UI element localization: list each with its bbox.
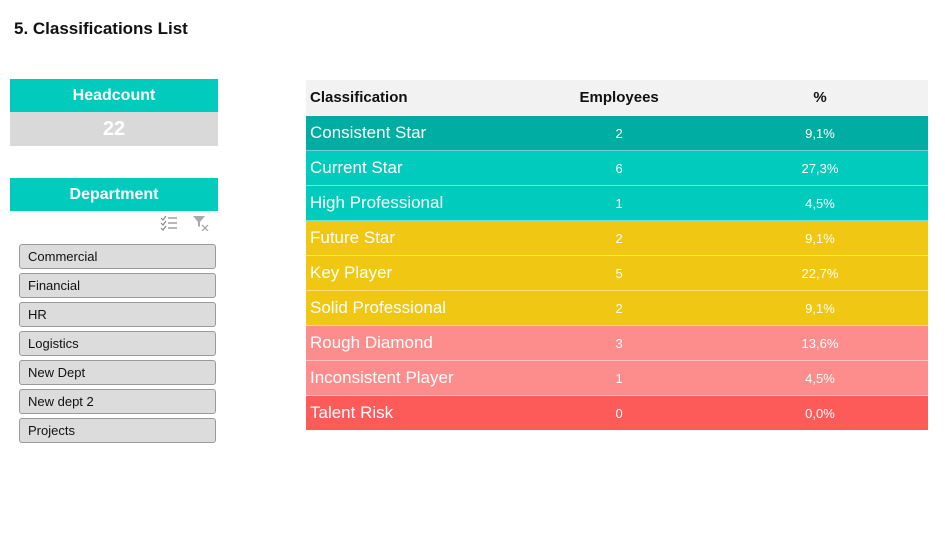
slicer-item-department[interactable]: Projects [19,418,216,443]
table-row: Current Star 6 27,3% [306,150,928,186]
slicer-item-department[interactable]: Commercial [19,244,216,269]
cell-percent: 9,1% [711,220,928,256]
column-header-percent: % [711,80,928,116]
cell-classification: Current Star [306,150,527,186]
table-row: Talent Risk 0 0,0% [306,395,928,430]
classifications-table: Classification Employees % Consistent St… [306,80,928,430]
cell-employees: 1 [526,185,712,221]
department-slicer-title: Department [10,178,218,211]
cell-employees: 2 [526,115,712,151]
clear-filter-icon[interactable] [192,214,210,232]
headcount-label: Headcount [10,79,218,112]
cell-classification: Rough Diamond [306,325,527,361]
cell-percent: 13,6% [711,325,928,361]
slicer-toolbar [160,214,220,236]
table-row: Solid Professional 2 9,1% [306,290,928,326]
cell-percent: 9,1% [711,115,928,151]
table-row: Consistent Star 2 9,1% [306,115,928,151]
cell-percent: 22,7% [711,255,928,291]
multi-select-icon[interactable] [160,214,178,232]
cell-percent: 4,5% [711,360,928,396]
cell-classification: Consistent Star [306,115,527,151]
table-row: Future Star 2 9,1% [306,220,928,256]
cell-percent: 4,5% [711,185,928,221]
slicer-item-department[interactable]: HR [19,302,216,327]
cell-classification: Talent Risk [306,395,527,430]
cell-classification: Inconsistent Player [306,360,527,396]
slicer-item-department[interactable]: Logistics [19,331,216,356]
cell-percent: 9,1% [711,290,928,326]
column-header-employees: Employees [526,80,712,116]
table-row: Rough Diamond 3 13,6% [306,325,928,361]
column-header-classification: Classification [306,80,527,116]
cell-classification: High Professional [306,185,527,221]
slicer-item-department[interactable]: New Dept [19,360,216,385]
cell-percent: 27,3% [711,150,928,186]
cell-employees: 5 [526,255,712,291]
cell-employees: 6 [526,150,712,186]
cell-percent: 0,0% [711,395,928,430]
cell-classification: Key Player [306,255,527,291]
cell-employees: 2 [526,290,712,326]
cell-classification: Solid Professional [306,290,527,326]
cell-employees: 3 [526,325,712,361]
cell-employees: 2 [526,220,712,256]
slicer-item-department[interactable]: New dept 2 [19,389,216,414]
page-title: 5. Classifications List [14,19,188,38]
table-header-row: Classification Employees % [306,80,928,116]
table-row: High Professional 1 4,5% [306,185,928,221]
cell-employees: 1 [526,360,712,396]
cell-employees: 0 [526,395,712,430]
department-slicer-list: Commercial Financial HR Logistics New Dept Ne… [19,244,216,447]
cell-classification: Future Star [306,220,527,256]
table-row: Inconsistent Player 1 4,5% [306,360,928,396]
table-row: Key Player 5 22,7% [306,255,928,291]
headcount-value: 22 [10,112,218,146]
slicer-item-department[interactable]: Financial [19,273,216,298]
